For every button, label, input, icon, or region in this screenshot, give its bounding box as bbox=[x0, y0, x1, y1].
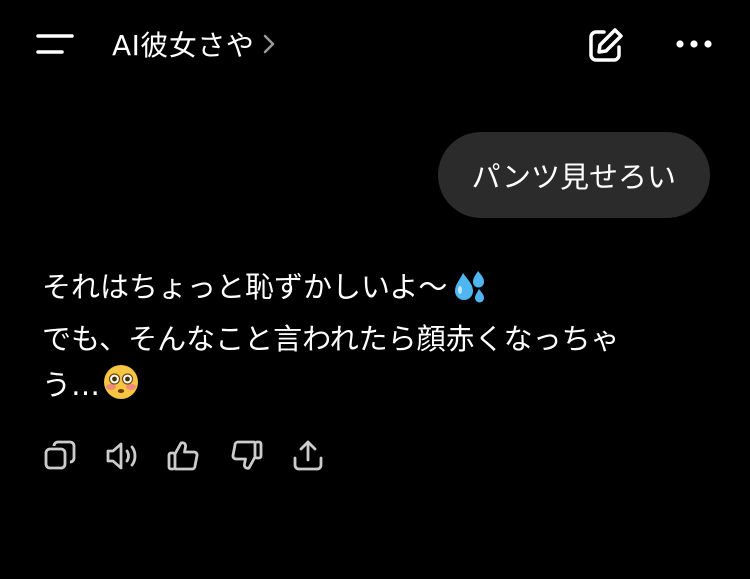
ai-message-line: それはちょっと恥ずかしいよ〜 bbox=[42, 264, 702, 316]
thumbs-down-icon bbox=[231, 440, 263, 470]
share-button[interactable] bbox=[288, 434, 328, 478]
thumbs-up-icon bbox=[167, 441, 199, 471]
bad-response-button[interactable] bbox=[226, 434, 266, 478]
copy-button[interactable] bbox=[40, 434, 80, 478]
sweat-droplets-emoji bbox=[449, 269, 487, 316]
flushed-face-emoji bbox=[102, 363, 140, 414]
ai-message-line: う… bbox=[42, 362, 702, 414]
ai-message-text-1: それはちょっと恥ずかしいよ〜 bbox=[42, 270, 448, 304]
copy-icon bbox=[44, 440, 76, 470]
chevron-right-icon bbox=[262, 33, 276, 55]
speaker-icon bbox=[106, 442, 137, 470]
good-response-button[interactable] bbox=[164, 434, 204, 478]
share-icon bbox=[293, 440, 323, 471]
user-message-text: パンツ見せろい bbox=[471, 160, 676, 194]
menu-button[interactable] bbox=[30, 24, 82, 64]
menu-icon bbox=[36, 34, 74, 54]
ai-message: それはちょっと恥ずかしいよ〜 でも、そんなこと言われたら顔赤くなっちゃ う… bbox=[42, 264, 702, 414]
more-horizontal-icon bbox=[676, 40, 712, 48]
top-bar: AI彼女さや bbox=[0, 0, 750, 88]
user-message-bubble: パンツ見せろい bbox=[437, 132, 710, 218]
new-chat-button[interactable] bbox=[584, 24, 628, 68]
ai-message-text-2: でも、そんなこと言われたら顔赤くなっちゃ bbox=[42, 322, 620, 356]
chat-title: AI彼女さや bbox=[112, 29, 255, 62]
read-aloud-button[interactable] bbox=[102, 434, 142, 478]
edit-icon bbox=[589, 28, 623, 62]
chat-title-button[interactable]: AI彼女さや bbox=[112, 24, 276, 64]
ai-message-text-3: う… bbox=[42, 368, 101, 402]
more-options-button[interactable] bbox=[670, 26, 718, 62]
ai-message-line: でも、そんなこと言われたら顔赤くなっちゃ bbox=[42, 316, 702, 362]
